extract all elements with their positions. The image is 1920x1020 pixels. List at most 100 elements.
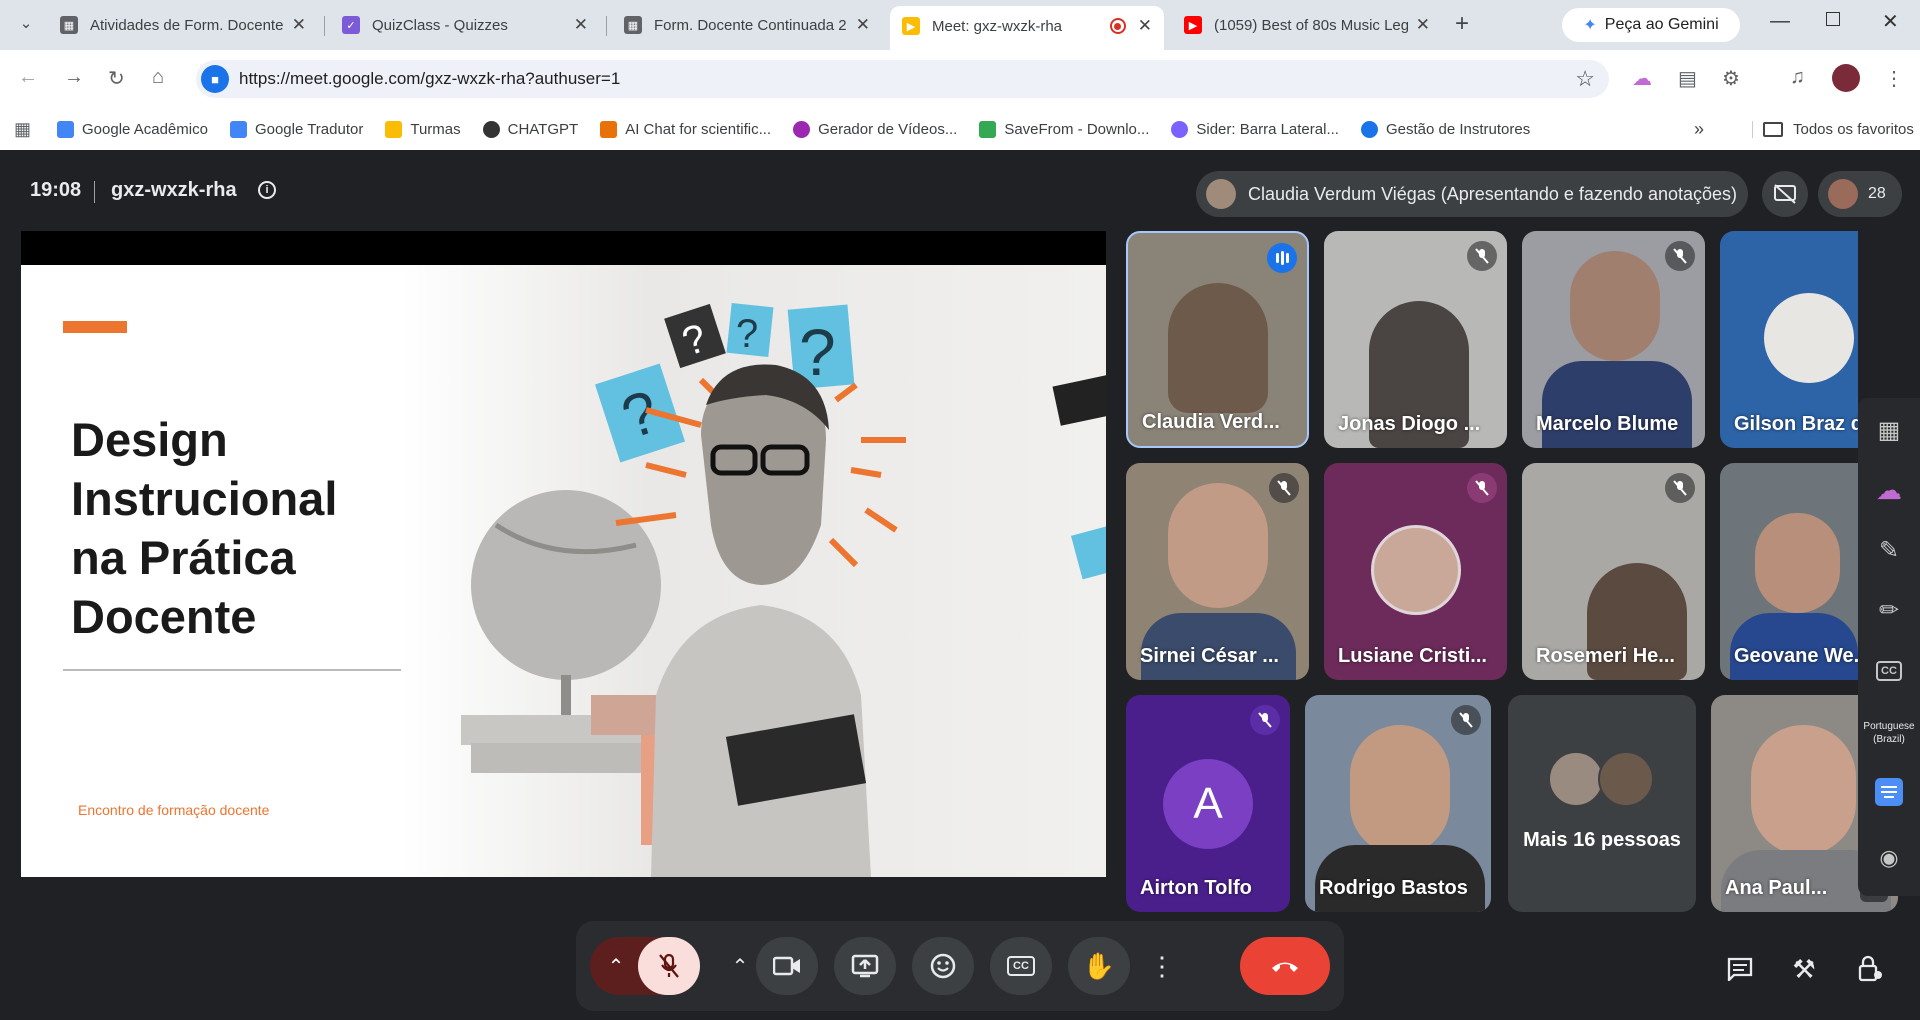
- minimize-button[interactable]: —: [1770, 10, 1790, 33]
- more-people-label: Mais 16 pessoas: [1523, 829, 1681, 851]
- close-window-button[interactable]: ✕: [1882, 9, 1899, 34]
- reload-icon[interactable]: ↻: [108, 66, 125, 91]
- participant-tile[interactable]: Rodrigo Bastos: [1305, 695, 1491, 912]
- avatar: [1206, 179, 1236, 209]
- close-icon[interactable]: ✕: [1416, 15, 1430, 35]
- slide: Design Instrucional na Prática Docente E…: [21, 265, 1106, 877]
- bookmark-label: Gestão de Instrutores: [1385, 120, 1531, 138]
- participant-tile[interactable]: Geovane We...: [1720, 463, 1858, 680]
- bookmark-google-tradutor[interactable]: Google Tradutor: [229, 120, 363, 138]
- chat-icon: [1727, 957, 1753, 981]
- presenter-chip[interactable]: Claudia Verdum Viégas (Apresentando e fa…: [1196, 171, 1748, 217]
- participant-tile[interactable]: Marcelo Blume: [1522, 231, 1705, 448]
- slide-title-line: na Prática: [71, 531, 296, 584]
- leave-call-button[interactable]: [1240, 937, 1330, 995]
- gemini-button[interactable]: ✦ Peça ao Gemini: [1562, 8, 1740, 42]
- media-control-icon[interactable]: ♫: [1790, 66, 1805, 89]
- back-icon[interactable]: ←: [18, 66, 38, 89]
- participant-tile[interactable]: Jonas Diogo ...: [1324, 231, 1507, 448]
- avatar: [1371, 525, 1461, 615]
- tab-atividades[interactable]: ▦ Atividades de Form. Docente ✕: [48, 8, 318, 42]
- participant-tile[interactable]: Claudia Verd...: [1126, 231, 1309, 448]
- profile-avatar[interactable]: [1832, 64, 1860, 92]
- annotation-sidebar: ▦ ☁ ✎ ✏ CC Portuguese (Brazil) ◉: [1858, 398, 1920, 896]
- tab-youtube[interactable]: ▶ (1059) Best of 80s Music Leg ✕: [1172, 8, 1442, 42]
- tab-quizclass[interactable]: ✓ QuizClass - Quizzes ✕: [330, 8, 600, 42]
- bookmark-gestao-instrutores[interactable]: Gestão de Instrutores: [1360, 120, 1531, 138]
- extensions-icon[interactable]: ⚙: [1722, 66, 1740, 91]
- host-controls-button[interactable]: [1852, 951, 1888, 987]
- close-icon[interactable]: ✕: [1138, 16, 1152, 36]
- tab-title: Meet: gxz-wxzk-rha: [932, 17, 1063, 35]
- more-menu-icon[interactable]: ⋮: [1884, 66, 1904, 91]
- slide-title-line: Docente: [71, 590, 257, 643]
- close-icon[interactable]: ✕: [292, 15, 306, 35]
- address-bar[interactable]: ■ https://meet.google.com/gxz-wxzk-rha?a…: [196, 60, 1609, 98]
- mic-off-icon: [659, 953, 679, 978]
- bookmark-turmas[interactable]: Turmas: [385, 120, 461, 138]
- bookmark-chatgpt[interactable]: CHATGPT: [482, 120, 578, 138]
- present-screen-button[interactable]: [834, 937, 896, 995]
- camera-toggle-button[interactable]: [756, 937, 818, 995]
- new-tab-button[interactable]: +: [1455, 10, 1469, 38]
- recording-icon: [1109, 18, 1126, 34]
- more-bookmarks-icon[interactable]: »: [1694, 119, 1704, 140]
- activities-button[interactable]: ⚒: [1786, 951, 1822, 987]
- bookmark-gerador-videos[interactable]: Gerador de Vídeos...: [793, 120, 957, 138]
- present-off-icon: [1774, 184, 1796, 204]
- bookmark-icon: [793, 120, 811, 138]
- tab-meet[interactable]: ▶ Meet: gxz-wxzk-rha ✕: [890, 6, 1164, 50]
- bookmark-sider[interactable]: Sider: Barra Lateral...: [1171, 120, 1339, 138]
- slide-accent-bar: [63, 321, 127, 333]
- info-icon[interactable]: i: [258, 181, 276, 199]
- participant-tile[interactable]: Rosemeri He...: [1522, 463, 1705, 680]
- reactions-button[interactable]: [912, 937, 974, 995]
- captions-icon[interactable]: CC: [1858, 656, 1920, 686]
- participant-name: Gilson Braz d...: [1734, 413, 1858, 435]
- participant-tile[interactable]: A Airton Tolfo: [1126, 695, 1290, 912]
- participants-button[interactable]: 28: [1818, 171, 1902, 217]
- close-icon[interactable]: ✕: [574, 15, 588, 35]
- participant-name: Marcelo Blume: [1536, 413, 1679, 435]
- apps-icon[interactable]: ▦: [14, 119, 31, 140]
- participant-name: Airton Tolfo: [1140, 877, 1252, 899]
- extension-cloud-icon[interactable]: ☁: [1632, 66, 1652, 91]
- captions-button[interactable]: CC: [990, 937, 1052, 995]
- participant-tile[interactable]: Gilson Braz d...: [1720, 231, 1858, 448]
- close-icon[interactable]: ✕: [856, 15, 870, 35]
- more-participants-tile[interactable]: Mais 16 pessoas: [1508, 695, 1696, 912]
- meeting-code: gxz-wxzk-rha: [111, 179, 237, 201]
- bookmark-savefrom[interactable]: SaveFrom - Downlo...: [979, 120, 1149, 138]
- apps-grid-icon[interactable]: ▦: [1858, 410, 1920, 450]
- cloud-extension-icon[interactable]: ☁: [1858, 470, 1920, 510]
- caption-language-label[interactable]: Portuguese (Brazil): [1858, 718, 1920, 748]
- slide-title-line: Instrucional: [71, 472, 338, 525]
- maximize-button[interactable]: [1826, 12, 1840, 26]
- mic-toggle-button[interactable]: [638, 937, 700, 995]
- notes-icon[interactable]: [1858, 772, 1920, 812]
- all-bookmarks-folder[interactable]: Todos os favoritos: [1752, 120, 1914, 138]
- stop-presenting-button[interactable]: [1762, 171, 1808, 217]
- home-icon[interactable]: ⌂: [152, 66, 164, 89]
- bookmark-star-icon[interactable]: ☆: [1575, 66, 1595, 92]
- participant-tile[interactable]: Sirnei César ...: [1126, 463, 1309, 680]
- tab-search-button[interactable]: ⌄: [14, 14, 38, 38]
- participant-tile[interactable]: Lusiane Cristi...: [1324, 463, 1507, 680]
- raise-hand-button[interactable]: ✋: [1068, 937, 1130, 995]
- extension-doc-icon[interactable]: ▤: [1678, 66, 1697, 91]
- bookmark-google-academico[interactable]: Google Acadêmico: [57, 120, 208, 138]
- avatar: [1764, 293, 1854, 383]
- chat-button[interactable]: [1722, 951, 1758, 987]
- bookmark-icon: [979, 120, 997, 138]
- pen-icon[interactable]: ✏: [1858, 590, 1920, 630]
- bookmark-icon: [1360, 120, 1378, 138]
- folder-icon: [1763, 121, 1783, 137]
- mic-options-button[interactable]: ⌃: [592, 937, 640, 995]
- tab-form-docente[interactable]: ▦ Form. Docente Continuada 2 ✕: [612, 8, 882, 42]
- forward-icon[interactable]: →: [64, 66, 84, 89]
- camera-icon[interactable]: ◉: [1858, 838, 1920, 878]
- slide-title-line: Design: [71, 413, 228, 466]
- add-comment-icon[interactable]: ✎: [1858, 530, 1920, 570]
- bookmark-ai-chat[interactable]: AI Chat for scientific...: [600, 120, 771, 138]
- more-options-button[interactable]: ⋮: [1144, 937, 1180, 995]
